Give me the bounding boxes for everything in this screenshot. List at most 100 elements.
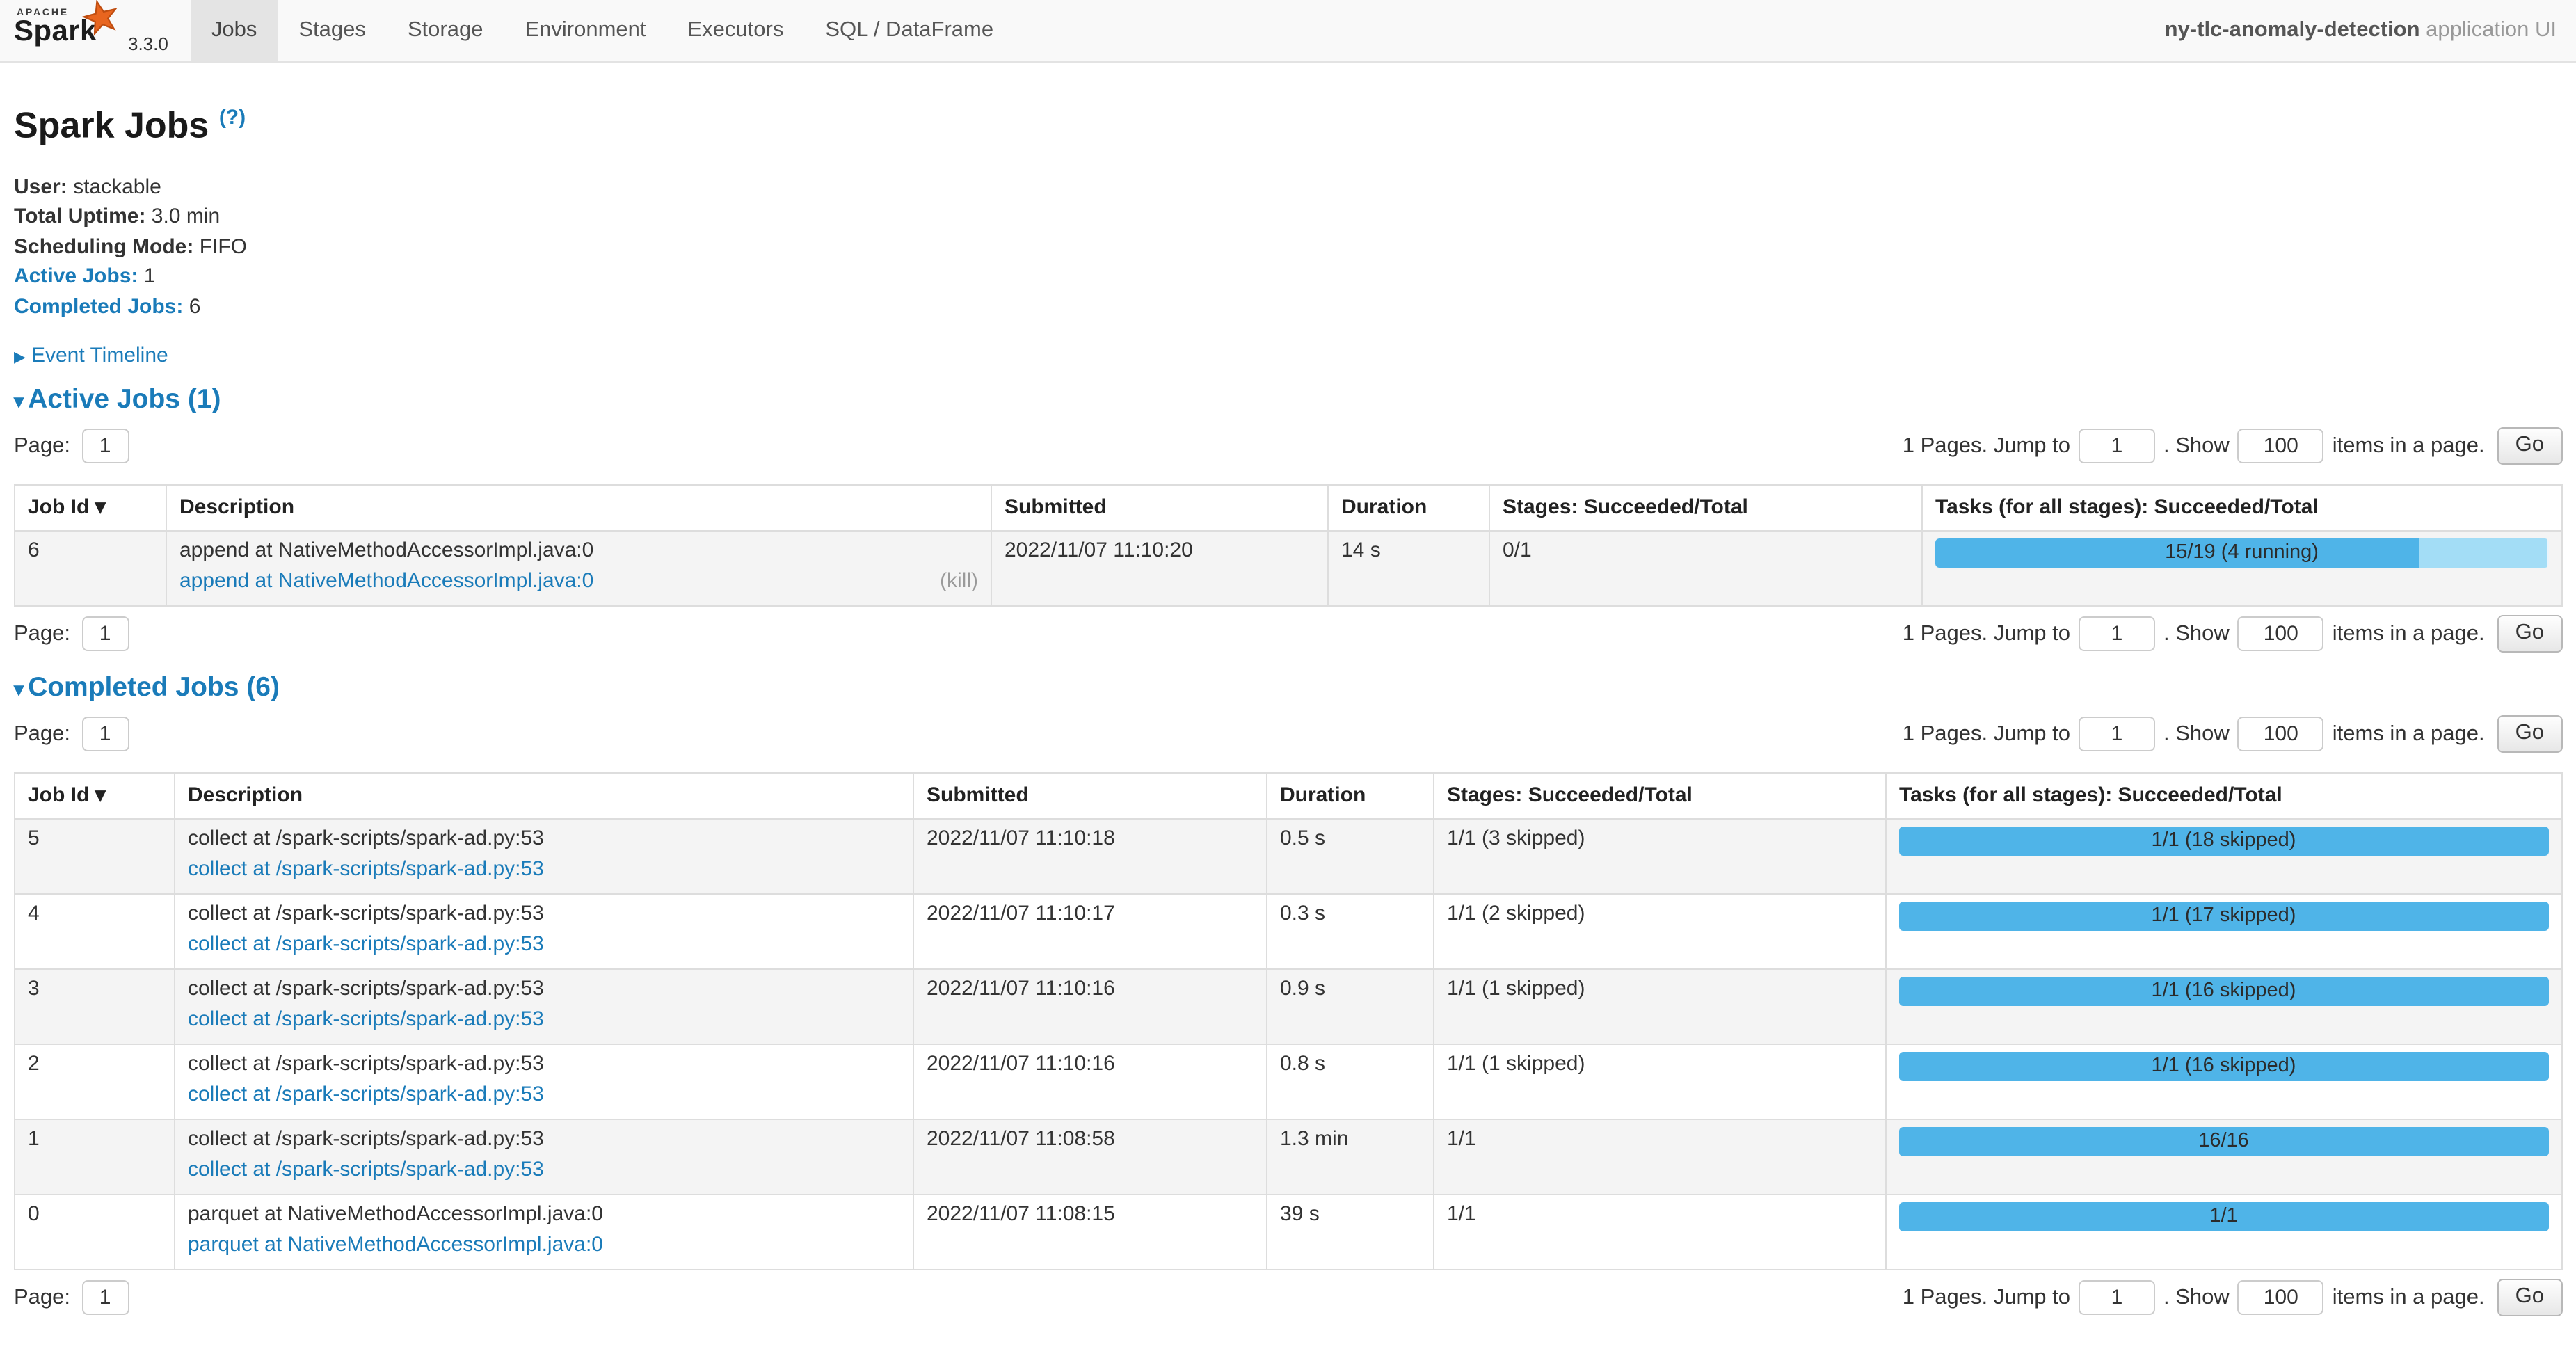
tasks-progress-bar: 16/16	[1899, 1127, 2548, 1156]
job-id-cell: 2	[15, 1044, 175, 1119]
tab-sql-dataframe[interactable]: SQL / DataFrame	[804, 0, 1014, 61]
page-number-input[interactable]	[81, 717, 129, 751]
stages-cell: 1/1 (1 skipped)	[1434, 1044, 1886, 1119]
col-stages[interactable]: Stages: Succeeded/Total	[1434, 773, 1886, 819]
help-link[interactable]: (?)	[219, 106, 246, 129]
stages-cell: 0/1	[1489, 531, 1922, 606]
page-number-input[interactable]	[81, 1280, 129, 1315]
top-navbar: APACHE Spark 3.3.0 Jobs Stages Storage E…	[0, 0, 2576, 63]
active-jobs-link[interactable]: Active Jobs:	[14, 264, 138, 288]
table-row: 3 collect at /spark-scripts/spark-ad.py:…	[15, 969, 2561, 1044]
job-detail-link[interactable]: append at NativeMethodAccessorImpl.java:…	[179, 569, 593, 593]
job-id-cell: 3	[15, 969, 175, 1044]
tasks-cell: 16/16	[1886, 1119, 2561, 1195]
summary-uptime: Total Uptime: 3.0 min	[14, 202, 2562, 232]
tasks-progress-bar: 1/1	[1899, 1202, 2548, 1231]
col-submitted[interactable]: Submitted	[991, 485, 1328, 531]
tasks-progress-bar: 1/1 (18 skipped)	[1899, 827, 2548, 856]
jump-to-page-input[interactable]	[2079, 717, 2155, 751]
tab-stages[interactable]: Stages	[278, 0, 387, 61]
duration-cell: 14 s	[1328, 531, 1489, 606]
table-row: 2 collect at /spark-scripts/spark-ad.py:…	[15, 1044, 2561, 1119]
completed-jobs-header[interactable]: ▾Completed Jobs (6)	[14, 672, 2562, 704]
duration-cell: 0.5 s	[1267, 819, 1434, 894]
job-detail-link[interactable]: collect at /spark-scripts/spark-ad.py:53	[188, 1083, 544, 1106]
duration-cell: 0.9 s	[1267, 969, 1434, 1044]
col-tasks[interactable]: Tasks (for all stages): Succeeded/Total	[1886, 773, 2561, 819]
stages-cell: 1/1 (1 skipped)	[1434, 969, 1886, 1044]
items-per-page-input[interactable]	[2238, 616, 2324, 651]
table-row: 6 append at NativeMethodAccessorImpl.jav…	[15, 531, 2561, 606]
stages-cell: 1/1	[1434, 1195, 1886, 1270]
submitted-cell: 2022/11/07 11:08:58	[913, 1119, 1267, 1195]
submitted-cell: 2022/11/07 11:08:15	[913, 1195, 1267, 1270]
stages-cell: 1/1 (2 skipped)	[1434, 894, 1886, 969]
page-content: Spark Jobs (?) User: stackable Total Upt…	[0, 96, 2576, 1316]
description-cell: collect at /spark-scripts/spark-ad.py:53…	[175, 1044, 913, 1119]
tasks-cell: 1/1 (17 skipped)	[1886, 894, 2561, 969]
completed-jobs-table: Job Id ▾ Description Submitted Duration …	[14, 772, 2562, 1270]
items-per-page-input[interactable]	[2238, 1280, 2324, 1315]
job-call-site: parquet at NativeMethodAccessorImpl.java…	[188, 1201, 900, 1229]
spark-logo[interactable]: APACHE Spark	[0, 0, 128, 61]
spark-star-icon	[82, 0, 120, 36]
job-call-site: collect at /spark-scripts/spark-ad.py:53	[188, 1051, 900, 1078]
tab-executors[interactable]: Executors	[667, 0, 805, 61]
page-number-input[interactable]	[81, 429, 129, 463]
go-button[interactable]: Go	[2497, 427, 2562, 465]
stages-cell: 1/1	[1434, 1119, 1886, 1195]
description-cell: append at NativeMethodAccessorImpl.java:…	[166, 531, 991, 606]
col-job-id[interactable]: Job Id ▾	[15, 485, 166, 531]
submitted-cell: 2022/11/07 11:10:16	[913, 969, 1267, 1044]
tab-environment[interactable]: Environment	[504, 0, 666, 61]
kill-job-link[interactable]: (kill)	[940, 568, 978, 596]
items-per-page-input[interactable]	[2238, 717, 2324, 751]
jump-to-page-input[interactable]	[2079, 616, 2155, 651]
col-stages[interactable]: Stages: Succeeded/Total	[1489, 485, 1922, 531]
job-summary-list: User: stackable Total Uptime: 3.0 min Sc…	[14, 172, 2562, 321]
job-detail-link[interactable]: parquet at NativeMethodAccessorImpl.java…	[188, 1233, 603, 1256]
progress-label: 1/1 (16 skipped)	[1899, 1052, 2548, 1081]
col-description[interactable]: Description	[166, 485, 991, 531]
jump-to-page-input[interactable]	[2079, 1280, 2155, 1315]
job-detail-link[interactable]: collect at /spark-scripts/spark-ad.py:53	[188, 857, 544, 881]
submitted-cell: 2022/11/07 11:10:17	[913, 894, 1267, 969]
job-detail-link[interactable]: collect at /spark-scripts/spark-ad.py:53	[188, 932, 544, 956]
jump-to-page-input[interactable]	[2079, 429, 2155, 463]
submitted-cell: 2022/11/07 11:10:18	[913, 819, 1267, 894]
col-description[interactable]: Description	[175, 773, 913, 819]
application-name: ny-tlc-anomaly-detection application UI	[2165, 18, 2576, 43]
job-id-cell: 5	[15, 819, 175, 894]
job-call-site: collect at /spark-scripts/spark-ad.py:53	[188, 900, 900, 928]
go-button[interactable]: Go	[2497, 615, 2562, 653]
job-call-site: collect at /spark-scripts/spark-ad.py:53	[188, 1126, 900, 1154]
table-header-row: Job Id ▾ Description Submitted Duration …	[15, 773, 2561, 819]
go-button[interactable]: Go	[2497, 1279, 2562, 1316]
job-detail-link[interactable]: collect at /spark-scripts/spark-ad.py:53	[188, 1158, 544, 1181]
completed-jobs-link[interactable]: Completed Jobs:	[14, 294, 183, 318]
tasks-progress-bar: 1/1 (16 skipped)	[1899, 977, 2548, 1006]
active-jobs-pagination-top: Page: 1 Pages. Jump to . Show items in a…	[14, 427, 2562, 465]
job-detail-link[interactable]: collect at /spark-scripts/spark-ad.py:53	[188, 1007, 544, 1031]
col-submitted[interactable]: Submitted	[913, 773, 1267, 819]
table-row: 0 parquet at NativeMethodAccessorImpl.ja…	[15, 1195, 2561, 1270]
job-id-cell: 4	[15, 894, 175, 969]
active-jobs-header[interactable]: ▾Active Jobs (1)	[14, 384, 2562, 416]
event-timeline-toggle[interactable]: ▶Event Timeline	[14, 344, 2562, 367]
progress-label: 1/1	[1899, 1202, 2548, 1231]
tasks-cell: 15/19 (4 running)	[1922, 531, 2561, 606]
col-duration[interactable]: Duration	[1267, 773, 1434, 819]
description-cell: collect at /spark-scripts/spark-ad.py:53…	[175, 819, 913, 894]
page-number-input[interactable]	[81, 616, 129, 651]
tab-jobs[interactable]: Jobs	[191, 0, 278, 61]
go-button[interactable]: Go	[2497, 715, 2562, 753]
completed-jobs-pagination-top: Page: 1 Pages. Jump to . Show items in a…	[14, 715, 2562, 753]
items-per-page-input[interactable]	[2238, 429, 2324, 463]
col-tasks[interactable]: Tasks (for all stages): Succeeded/Total	[1922, 485, 2561, 531]
tab-storage[interactable]: Storage	[387, 0, 504, 61]
progress-label: 16/16	[1899, 1127, 2548, 1156]
tasks-cell: 1/1 (16 skipped)	[1886, 969, 2561, 1044]
col-job-id[interactable]: Job Id ▾	[15, 773, 175, 819]
col-duration[interactable]: Duration	[1328, 485, 1489, 531]
progress-label: 1/1 (17 skipped)	[1899, 902, 2548, 931]
